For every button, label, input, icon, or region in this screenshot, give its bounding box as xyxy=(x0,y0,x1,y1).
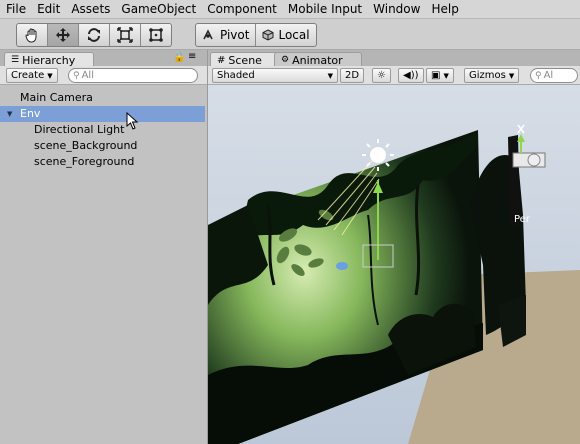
local-cube-icon xyxy=(262,29,274,41)
sun-light-icon xyxy=(370,147,386,163)
gizmos-label: Gizmos xyxy=(469,70,506,81)
expand-arrow-icon[interactable]: ▼ xyxy=(7,106,12,122)
lighting-toggle[interactable]: ☼ xyxy=(372,68,391,83)
mouse-cursor-icon xyxy=(126,112,139,130)
menu-assets[interactable]: Assets xyxy=(65,0,115,18)
move-arrows-icon xyxy=(56,28,70,42)
scale-icon xyxy=(117,27,133,43)
animator-icon: ⚙ xyxy=(281,55,290,65)
hierarchy-search-input[interactable]: ⚲ All xyxy=(68,68,198,83)
menu-mobile-input[interactable]: Mobile Input xyxy=(282,0,367,18)
move-handle-x[interactable] xyxy=(336,262,348,270)
search-icon: ⚲ xyxy=(535,70,542,81)
hand-tool-button[interactable] xyxy=(17,24,48,46)
audio-toggle[interactable]: ◀)) xyxy=(398,68,424,83)
rect-tool-button[interactable] xyxy=(141,24,171,46)
create-label: Create xyxy=(11,70,45,81)
menu-gameobject[interactable]: GameObject xyxy=(115,0,201,18)
pivot-label: Pivot xyxy=(220,28,250,42)
scene-search-placeholder: Al xyxy=(543,70,554,81)
main-toolbar: Pivot Local xyxy=(0,19,580,50)
scene-render: Per xyxy=(208,85,580,444)
tab-animator-label: Animator xyxy=(292,53,343,67)
hierarchy-item-label: Main Camera xyxy=(20,91,93,104)
image-icon: ▣ xyxy=(431,70,441,81)
list-icon: ☰ xyxy=(11,55,20,65)
scene-tabbar: # Scene ⚙ Animator xyxy=(208,50,580,67)
panel-menu-icon[interactable]: ≡ xyxy=(188,51,196,62)
hierarchy-item-label: Env xyxy=(20,107,41,120)
hierarchy-item-label: scene_Foreground xyxy=(34,155,135,168)
hierarchy-item-label: scene_Background xyxy=(34,139,138,152)
shading-mode-dropdown[interactable]: Shaded ▼ xyxy=(212,68,338,83)
menu-help[interactable]: Help xyxy=(425,0,463,18)
speaker-icon: ◀)) xyxy=(403,70,419,81)
hierarchy-search-placeholder: All xyxy=(81,70,94,81)
scene-panel: # Scene ⚙ Animator Shaded ▼ 2D ☼ ◀)) ▣ ▼… xyxy=(208,50,580,444)
scene-search-input[interactable]: ⚲ Al xyxy=(530,68,578,83)
hierarchy-panel: ☰ Hierarchy 🔒 ≡ Create ▼ ⚲ All Main Came… xyxy=(0,50,209,444)
hierarchy-toolbar: Create ▼ ⚲ All xyxy=(0,66,207,85)
move-tool-button[interactable] xyxy=(48,24,79,46)
menu-edit[interactable]: Edit xyxy=(31,0,65,18)
menu-window[interactable]: Window xyxy=(367,0,425,18)
scale-tool-button[interactable] xyxy=(110,24,141,46)
effects-dropdown[interactable]: ▣ ▼ xyxy=(426,68,454,83)
hierarchy-item-scene-background[interactable]: scene_Background xyxy=(0,138,137,154)
camera-label: Per xyxy=(514,214,531,225)
tab-scene[interactable]: # Scene xyxy=(210,52,284,67)
tab-scene-label: Scene xyxy=(228,53,262,67)
hierarchy-tabbar: ☰ Hierarchy 🔒 ≡ xyxy=(0,50,207,67)
scene-viewport[interactable]: Per xyxy=(208,85,580,444)
mode-2d-label: 2D xyxy=(345,70,360,81)
hierarchy-item-label: Directional Light xyxy=(34,123,125,136)
dropdown-arrow-icon: ▼ xyxy=(327,71,333,80)
menu-component[interactable]: Component xyxy=(201,0,282,18)
hand-icon xyxy=(25,28,37,43)
pivot-toggle-button[interactable]: Pivot xyxy=(196,24,257,46)
mode-2d-toggle[interactable]: 2D xyxy=(340,68,365,83)
hierarchy-item-scene-foreground[interactable]: scene_Foreground xyxy=(0,154,134,170)
create-dropdown[interactable]: Create ▼ xyxy=(6,68,58,83)
search-icon: ⚲ xyxy=(73,70,80,81)
pivot-icon xyxy=(203,29,213,40)
local-label: Local xyxy=(278,28,310,42)
menu-file[interactable]: File xyxy=(0,0,31,18)
dropdown-arrow-icon: ▼ xyxy=(508,71,515,80)
tab-animator[interactable]: ⚙ Animator xyxy=(274,52,362,67)
pivot-group: Pivot Local xyxy=(195,23,317,47)
dropdown-arrow-icon: ▼ xyxy=(443,71,449,80)
sun-icon: ☼ xyxy=(377,70,386,81)
rotate-icon xyxy=(88,28,100,42)
hierarchy-item-env[interactable]: ▼ Env xyxy=(0,106,205,122)
transform-tools xyxy=(16,23,172,47)
rect-icon xyxy=(149,28,163,42)
shading-mode-label: Shaded xyxy=(217,70,255,81)
dropdown-arrow-icon: ▼ xyxy=(47,71,53,80)
gizmos-dropdown[interactable]: Gizmos ▼ xyxy=(464,68,520,83)
rotate-tool-button[interactable] xyxy=(79,24,110,46)
local-toggle-button[interactable]: Local xyxy=(256,24,315,46)
hierarchy-item-directional-light[interactable]: Directional Light xyxy=(0,122,124,138)
scene-toolbar: Shaded ▼ 2D ☼ ◀)) ▣ ▼ Gizmos ▼ ⚲ Al xyxy=(208,66,580,85)
tab-hierarchy[interactable]: ☰ Hierarchy xyxy=(4,52,94,67)
menu-bar: File Edit Assets GameObject Component Mo… xyxy=(0,0,580,19)
lock-icon[interactable]: 🔒 xyxy=(173,52,185,63)
tab-hierarchy-label: Hierarchy xyxy=(22,53,76,67)
hierarchy-item-main-camera[interactable]: Main Camera xyxy=(0,90,93,106)
grid-icon: # xyxy=(217,54,226,66)
